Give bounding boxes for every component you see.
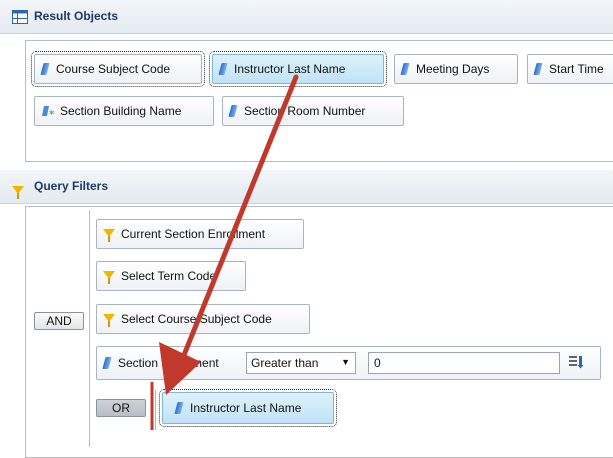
query-filters-title: Query Filters xyxy=(34,179,109,193)
chip-label: Section Building Name xyxy=(60,104,182,118)
result-objects-header: Result Objects xyxy=(0,0,613,34)
dimension-icon xyxy=(401,63,410,75)
dimension-icon xyxy=(229,105,238,117)
query-filters-header: Query Filters xyxy=(0,170,613,204)
chip-label: Meeting Days xyxy=(416,62,490,76)
result-object-section-room-number[interactable]: Section Room Number xyxy=(222,96,404,126)
condition-object-label: Section Enrollment xyxy=(118,356,219,370)
filter-icon xyxy=(103,229,115,242)
and-operator-button[interactable]: AND xyxy=(34,312,84,330)
dimension-icon xyxy=(534,63,543,75)
dimension-icon xyxy=(103,357,112,369)
dimension-icon xyxy=(219,63,228,75)
filter-select-term-code[interactable]: Select Term Code xyxy=(96,261,246,291)
or-filter-instructor-last-name[interactable]: Instructor Last Name xyxy=(159,389,337,427)
filter-select-course-subject-code[interactable]: Select Course Subject Code xyxy=(96,304,310,334)
filter-icon xyxy=(103,271,115,284)
filter-label: Select Term Code xyxy=(121,269,217,283)
chevron-down-icon: ▼ xyxy=(341,357,350,367)
result-object-instructor-last-name[interactable]: Instructor Last Name xyxy=(209,51,387,87)
result-objects-title: Result Objects xyxy=(34,9,119,23)
or-operator-button[interactable]: OR xyxy=(96,399,146,417)
result-object-section-building-name[interactable]: * Section Building Name xyxy=(34,96,214,126)
result-object-course-subject-code[interactable]: Course Subject Code xyxy=(31,51,205,87)
condition-value-input[interactable]: 0 xyxy=(368,352,560,374)
chip-label: Course Subject Code xyxy=(56,62,171,76)
table-icon xyxy=(12,10,28,24)
result-object-meeting-days[interactable]: Meeting Days xyxy=(394,54,518,84)
operator-select[interactable]: Greater than ▼ xyxy=(246,352,356,374)
chip-label: Start Time xyxy=(549,62,604,76)
chip-label: Instructor Last Name xyxy=(234,62,346,76)
filter-current-section-enrollment[interactable]: Current Section Enrollment xyxy=(96,219,304,249)
value-list-icon[interactable] xyxy=(568,354,584,370)
filter-label: Current Section Enrollment xyxy=(121,227,266,241)
chip-label: Section Room Number xyxy=(244,104,366,118)
and-bracket-line xyxy=(89,210,90,447)
svg-text:*: * xyxy=(49,108,55,118)
calculated-dimension-icon: * xyxy=(42,106,55,118)
filter-icon xyxy=(103,314,115,327)
filter-label: Select Course Subject Code xyxy=(121,312,272,326)
or-bracket-line xyxy=(155,390,156,430)
filter-icon xyxy=(12,186,24,199)
operator-value: Greater than xyxy=(251,356,319,370)
dimension-icon xyxy=(175,402,184,414)
result-object-start-time[interactable]: Start Time xyxy=(527,54,613,84)
dimension-icon xyxy=(41,63,50,75)
chip-label: Instructor Last Name xyxy=(190,401,302,415)
